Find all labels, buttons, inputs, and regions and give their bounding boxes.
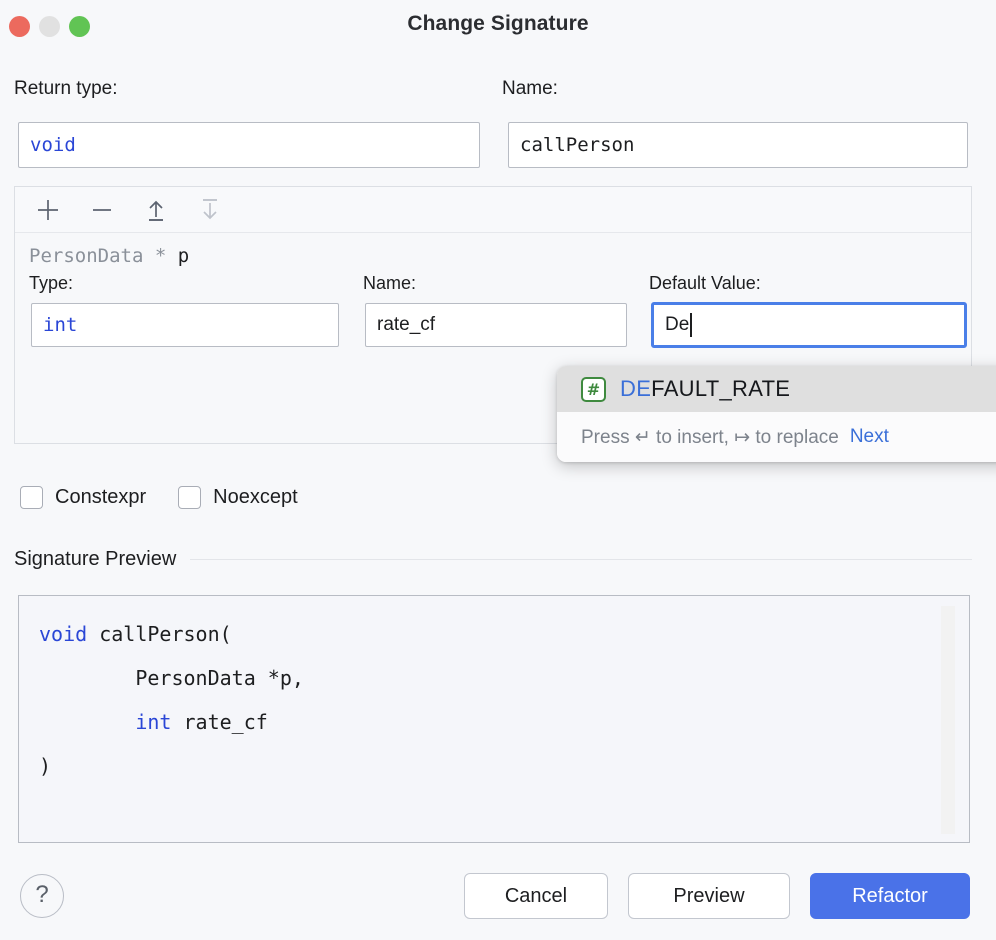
function-name-input[interactable]: callPerson — [508, 122, 968, 168]
move-parameter-down-button[interactable] — [193, 194, 227, 226]
signature-header-row: Return type: void Name: callPerson — [0, 52, 996, 170]
help-button[interactable]: ? — [20, 874, 64, 918]
preview-text: ) — [39, 754, 51, 778]
preview-scrollbar[interactable] — [941, 606, 955, 834]
preview-line: void callPerson( — [39, 612, 969, 656]
preview-button[interactable]: Preview — [628, 873, 790, 919]
preview-keyword: int — [39, 710, 171, 734]
noexcept-checkbox-item[interactable]: Noexcept — [178, 486, 298, 509]
preview-text: callPerson( — [87, 622, 232, 646]
cancel-button[interactable]: Cancel — [464, 873, 608, 919]
parameter-default-value-text: De — [665, 314, 689, 336]
return-type-label: Return type: — [14, 78, 118, 100]
parameter-name-label: Name: — [363, 273, 416, 294]
parameter-default-value-label: Default Value: — [649, 273, 761, 294]
preview-line: int rate_cf — [39, 700, 969, 744]
add-parameter-button[interactable] — [31, 194, 65, 226]
noexcept-label: Noexcept — [213, 486, 298, 509]
constexpr-checkbox[interactable] — [20, 486, 43, 509]
signature-preview-code: void callPerson( PersonData *p, int rate… — [19, 596, 969, 788]
move-parameter-up-button[interactable] — [139, 194, 173, 226]
macro-hash-icon: # — [581, 377, 606, 402]
preview-line: PersonData *p, — [39, 656, 969, 700]
parameter-name-input[interactable]: rate_cf — [365, 303, 627, 347]
completion-item-label: DEFAULT_RATE — [620, 376, 790, 402]
preview-text: rate_cf — [171, 710, 267, 734]
refactor-button[interactable]: Refactor — [810, 873, 970, 919]
parameter-type-label: Type: — [29, 273, 73, 294]
noexcept-checkbox[interactable] — [178, 486, 201, 509]
signature-preview-box: void callPerson( PersonData *p, int rate… — [18, 595, 970, 843]
change-signature-dialog: Change Signature Return type: void Name:… — [0, 0, 996, 940]
modifier-options-row: Constexpr Noexcept — [20, 486, 298, 509]
parameters-toolbar — [15, 187, 971, 233]
parameter-signature-name: p — [178, 245, 189, 267]
preview-line: ) — [39, 744, 969, 788]
preview-keyword: void — [39, 622, 87, 646]
parameter-signature-type: PersonData * — [29, 245, 178, 267]
preview-text: PersonData *p, — [39, 666, 304, 690]
remove-parameter-button[interactable] — [85, 194, 119, 226]
constexpr-label: Constexpr — [55, 486, 146, 509]
completion-match-prefix: DE — [620, 376, 651, 401]
text-caret — [690, 313, 692, 337]
completion-remaining-text: FAULT_RATE — [651, 376, 790, 401]
code-completion-popup: # DEFAULT_RATE Press ↵ to insert, ↦ to r… — [557, 366, 996, 462]
dialog-title: Change Signature — [0, 12, 996, 36]
title-bar: Change Signature — [0, 0, 996, 52]
completion-item-default-rate[interactable]: # DEFAULT_RATE — [557, 366, 996, 412]
signature-preview-title: Signature Preview — [14, 548, 176, 571]
completion-hint-bar: Press ↵ to insert, ↦ to replace Next — [557, 412, 996, 462]
completion-hint-text: Press ↵ to insert, ↦ to replace — [581, 426, 839, 449]
section-divider — [190, 559, 972, 560]
function-name-label: Name: — [502, 78, 558, 100]
return-type-input[interactable]: void — [18, 122, 480, 168]
parameter-type-input[interactable]: int — [31, 303, 339, 347]
constexpr-checkbox-item[interactable]: Constexpr — [20, 486, 146, 509]
signature-preview-header: Signature Preview — [14, 548, 972, 571]
parameter-default-value-input[interactable]: De — [651, 302, 967, 348]
completion-next-link[interactable]: Next — [850, 426, 889, 448]
parameter-list-item[interactable]: PersonData * p — [15, 233, 971, 267]
